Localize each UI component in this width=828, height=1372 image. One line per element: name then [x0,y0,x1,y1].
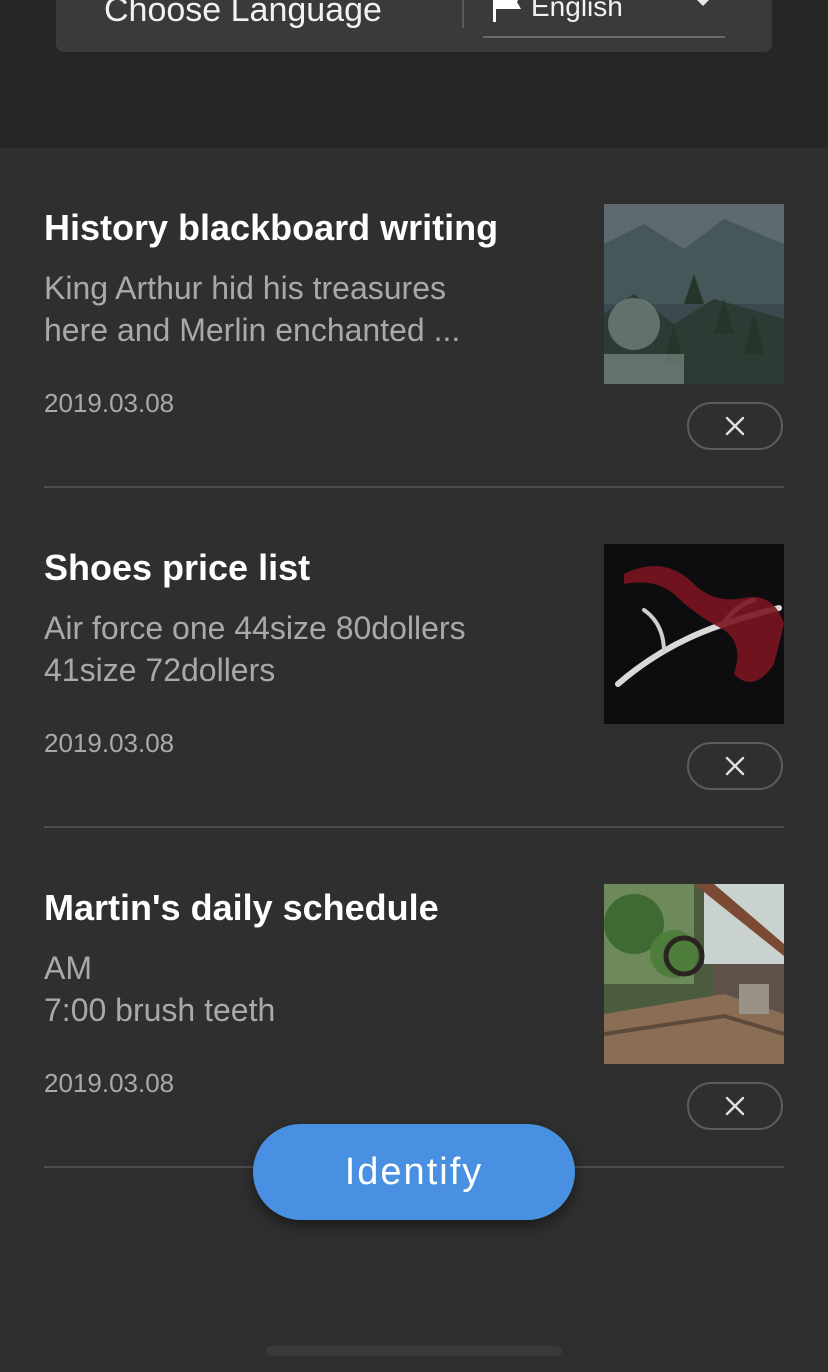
flag-icon [493,0,521,22]
top-area: Choose Language English [0,0,828,148]
snippet-line: here and Merlin enchanted ... [44,312,461,348]
card-snippet: AM 7:00 brush teeth [44,947,554,1031]
list-item[interactable]: History blackboard writing King Arthur h… [44,148,784,488]
identify-label: Identify [344,1150,484,1193]
card-date: 2019.03.08 [44,388,175,418]
card-snippet: Air force one 44size 80dollers 41size 72… [44,607,554,691]
snippet-line: King Arthur hid his treasures [44,270,446,306]
delete-button[interactable] [687,742,783,790]
card-date: 2019.03.08 [44,728,175,758]
close-icon [725,416,745,436]
language-select[interactable]: English [483,0,725,38]
delete-button[interactable] [687,402,783,450]
home-indicator[interactable] [266,1346,562,1356]
snippet-line: Air force one 44size 80dollers [44,610,466,646]
thumbnail-image[interactable] [604,544,784,724]
card-title: Martin's daily schedule [44,887,439,928]
card-title: History blackboard writing [44,207,499,248]
identify-button[interactable]: Identify [253,1124,575,1220]
snippet-line: 7:00 brush teeth [44,992,276,1028]
delete-button[interactable] [687,1082,783,1130]
card-date: 2019.03.08 [44,1068,175,1098]
close-icon [725,1096,745,1116]
divider [462,0,464,28]
card-snippet: King Arthur hid his treasures here and M… [44,267,554,351]
choose-language-label: Choose Language [104,0,382,29]
snippet-line: AM [44,950,92,986]
selected-language: English [531,0,623,22]
list-item[interactable]: Martin's daily schedule AM 7:00 brush te… [44,828,784,1168]
snippet-line: 41size 72dollers [44,652,276,688]
list-item[interactable]: Shoes price list Air force one 44size 80… [44,488,784,828]
card-title: Shoes price list [44,547,311,588]
language-bar: Choose Language English [56,0,772,52]
close-icon [725,756,745,776]
thumbnail-image[interactable] [604,204,784,384]
thumbnail-image[interactable] [604,884,784,1064]
chevron-down-icon [697,0,709,6]
